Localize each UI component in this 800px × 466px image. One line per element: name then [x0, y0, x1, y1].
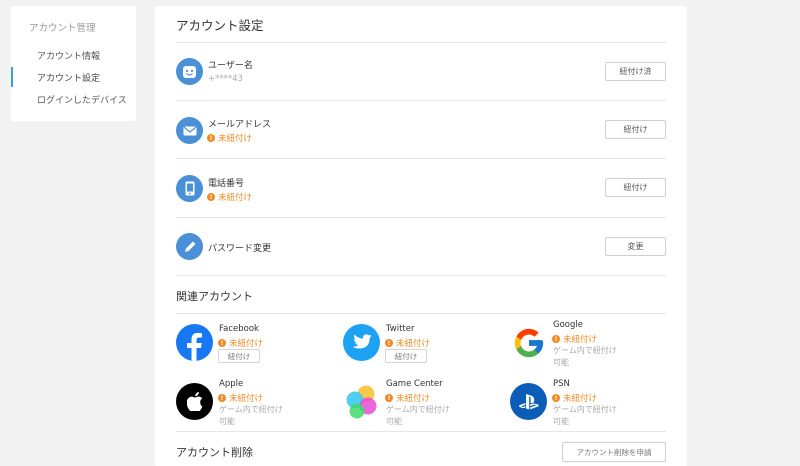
twitter-status: ! 未紐付け	[385, 337, 430, 349]
psn-note: ゲーム内で紐付け 可能	[553, 404, 617, 428]
email-link-button[interactable]: 紐付け	[605, 120, 666, 139]
google-note-line2: 可能	[553, 358, 569, 367]
pencil-icon	[176, 233, 203, 260]
apple-name: Apple	[219, 379, 244, 389]
smiley-face-icon	[176, 58, 203, 85]
google-note-line1: ゲーム内で紐付け	[553, 346, 617, 355]
twitter-status-text: 未紐付け	[396, 339, 431, 349]
psn-status-text: 未紐付け	[563, 394, 598, 404]
warning-icon: !	[552, 394, 560, 402]
warning-icon: !	[218, 339, 226, 347]
username-linked-button[interactable]: 紐付け済	[605, 62, 666, 81]
apple-status: ! 未紐付け	[218, 392, 263, 404]
facebook-link-button[interactable]: 紐付け	[218, 349, 260, 363]
email-status: ! 未紐付け	[207, 132, 252, 144]
warning-icon: !	[207, 193, 215, 201]
warning-icon: !	[207, 134, 215, 142]
sidebar-active-marker	[11, 67, 13, 87]
facebook-icon	[176, 324, 213, 361]
facebook-status-text: 未紐付け	[229, 339, 264, 349]
apple-note: ゲーム内で紐付け 可能	[219, 404, 283, 428]
apple-status-text: 未紐付け	[229, 394, 264, 404]
warning-icon: !	[385, 339, 393, 347]
google-status: ! 未紐付け	[552, 333, 597, 345]
game-center-name: Game Center	[386, 379, 443, 389]
game-center-note-line2: 可能	[386, 417, 402, 426]
psn-note-line1: ゲーム内で紐付け	[553, 405, 617, 414]
facebook-name: Facebook	[219, 324, 259, 334]
sidebar-item-account-info[interactable]: アカウント情報	[37, 49, 100, 62]
phone-label: 電話番号	[208, 179, 245, 189]
username-value: +****43	[208, 74, 243, 84]
sidebar-item-logged-in-devices[interactable]: ログインしたデバイス	[37, 93, 127, 106]
apple-note-line1: ゲーム内で紐付け	[219, 405, 283, 414]
google-icon	[510, 324, 547, 361]
divider	[176, 275, 666, 276]
game-center-note: ゲーム内で紐付け 可能	[386, 404, 450, 428]
phone-link-button[interactable]: 紐付け	[605, 178, 666, 197]
account-delete-request-button[interactable]: アカウント削除を申請	[562, 442, 666, 462]
psn-status: ! 未紐付け	[552, 392, 597, 404]
phone-status-text: 未紐付け	[218, 193, 253, 203]
email-label: メールアドレス	[208, 120, 272, 130]
facebook-status: ! 未紐付け	[218, 337, 263, 349]
divider	[176, 158, 666, 159]
game-center-icon	[343, 383, 380, 420]
password-label: パスワード変更	[208, 244, 272, 254]
game-center-status-text: 未紐付け	[396, 394, 431, 404]
apple-note-line2: 可能	[219, 417, 235, 426]
username-label: ユーザー名	[208, 61, 253, 71]
envelope-icon	[176, 117, 203, 144]
psn-name: PSN	[553, 379, 570, 389]
sidebar-item-account-settings[interactable]: アカウント設定	[37, 71, 100, 84]
divider	[176, 313, 666, 314]
phone-icon	[176, 175, 203, 202]
page-title: アカウント設定	[176, 18, 264, 33]
playstation-icon	[510, 383, 547, 420]
warning-icon: !	[218, 394, 226, 402]
divider	[176, 217, 666, 218]
password-change-button[interactable]: 変更	[605, 237, 666, 256]
game-center-note-line1: ゲーム内で紐付け	[386, 405, 450, 414]
phone-status: ! 未紐付け	[207, 191, 252, 203]
twitter-name: Twitter	[386, 324, 415, 334]
email-status-text: 未紐付け	[218, 134, 253, 144]
apple-icon	[176, 383, 213, 420]
sidebar-heading: アカウント管理	[29, 23, 96, 34]
google-status-text: 未紐付け	[563, 335, 598, 345]
divider	[176, 100, 666, 101]
divider	[176, 42, 666, 43]
linked-accounts-heading: 関連アカウント	[176, 290, 253, 303]
psn-note-line2: 可能	[553, 417, 569, 426]
warning-icon: !	[552, 335, 560, 343]
divider	[176, 431, 666, 432]
twitter-link-button[interactable]: 紐付け	[385, 349, 427, 363]
account-delete-heading: アカウント削除	[176, 446, 253, 459]
google-note: ゲーム内で紐付け 可能	[553, 345, 617, 369]
sidebar: アカウント管理 アカウント情報 アカウント設定 ログインしたデバイス	[11, 6, 136, 121]
game-center-status: ! 未紐付け	[385, 392, 430, 404]
google-name: Google	[553, 320, 583, 330]
main-panel: アカウント設定 ユーザー名 +****43 紐付け済 メールアドレス ! 未紐付け…	[155, 6, 687, 466]
warning-icon: !	[385, 394, 393, 402]
twitter-icon	[343, 324, 380, 361]
